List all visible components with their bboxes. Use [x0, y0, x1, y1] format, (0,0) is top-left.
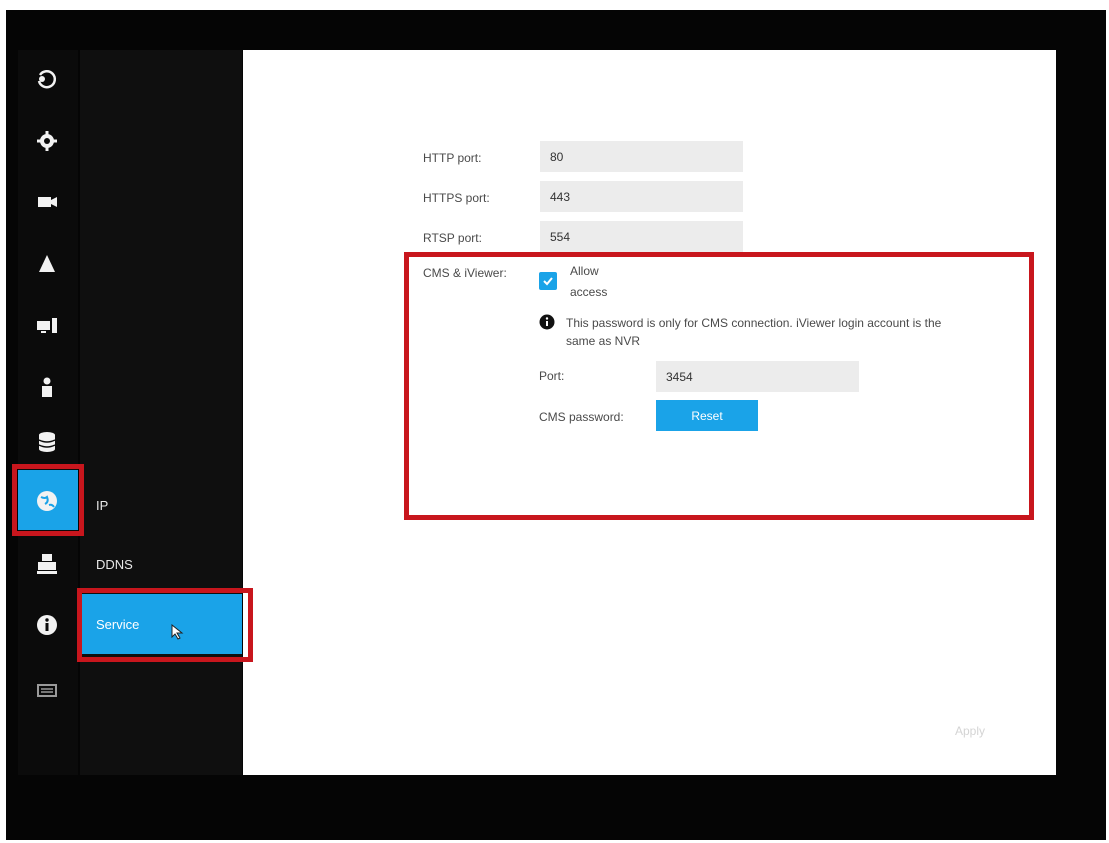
- cms-port-input[interactable]: 3454: [656, 361, 859, 392]
- info-icon: [539, 314, 555, 330]
- info-icon[interactable]: [33, 611, 61, 639]
- highlight-network-icon: [12, 464, 84, 536]
- alarm-bell-icon[interactable]: [33, 250, 61, 278]
- port-label: Port:: [539, 369, 565, 383]
- settings-gear-icon[interactable]: [33, 127, 61, 155]
- http-port-input[interactable]: 80: [540, 141, 743, 172]
- http-port-label: HTTP port:: [423, 151, 482, 165]
- user-icon[interactable]: [33, 373, 61, 401]
- device-icon[interactable]: [33, 311, 61, 339]
- cms-iviewer-label: CMS & iViewer:: [423, 266, 507, 280]
- cms-password-label: CMS password:: [539, 410, 624, 424]
- allow-label: Allow: [570, 264, 599, 278]
- allow-access-checkbox[interactable]: [539, 272, 557, 290]
- camera-icon[interactable]: [33, 188, 61, 216]
- subnav-item-ddns[interactable]: DDNS: [80, 534, 242, 594]
- print-icon[interactable]: [33, 550, 61, 578]
- check-icon: [543, 277, 553, 286]
- subnav-item-ip[interactable]: IP: [80, 475, 242, 535]
- info-text-line-1: This password is only for CMS connection…: [566, 316, 942, 330]
- https-port-label: HTTPS port:: [423, 191, 490, 205]
- rtsp-port-label: RTSP port:: [423, 231, 482, 245]
- subnav-label: DDNS: [96, 556, 133, 572]
- sub-navigation: [80, 50, 242, 775]
- storage-database-icon[interactable]: [33, 428, 61, 456]
- apply-button[interactable]: Apply: [955, 724, 985, 738]
- https-port-input[interactable]: 443: [540, 181, 743, 212]
- playback-icon[interactable]: [33, 64, 61, 92]
- reset-button[interactable]: Reset: [656, 400, 758, 431]
- access-label: access: [570, 285, 608, 299]
- rtsp-port-input[interactable]: 554: [540, 221, 743, 252]
- icon-sidebar: [18, 50, 78, 775]
- highlight-service-item: [77, 588, 253, 662]
- info-text-line-2: same as NVR: [566, 334, 641, 348]
- subnav-label: IP: [96, 497, 109, 513]
- keyboard-icon[interactable]: [33, 676, 61, 704]
